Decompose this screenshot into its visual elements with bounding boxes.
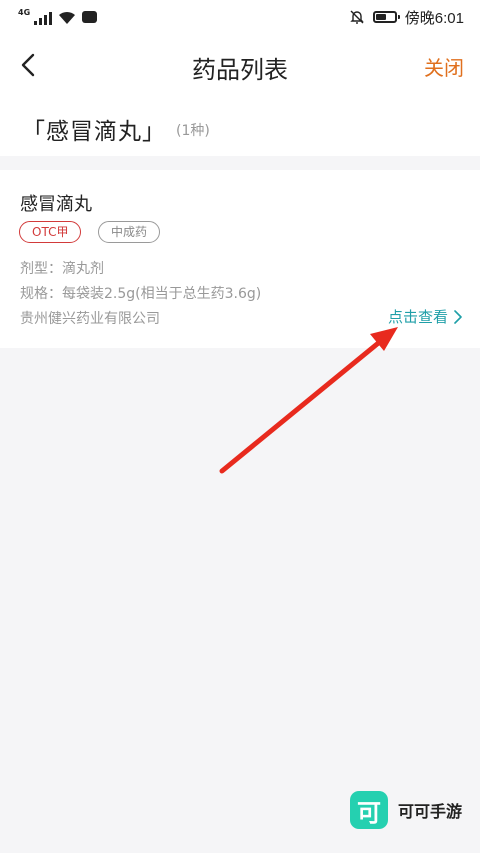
chevron-right-icon: [454, 309, 462, 324]
dosage-form: 剂型：滴丸剂: [20, 261, 104, 277]
watermark-logo: 可: [349, 791, 388, 829]
battery-level: [375, 14, 386, 20]
close-button[interactable]: 关闭: [424, 52, 464, 81]
drug-card[interactable]: 感冒滴丸 OTC甲 中成药 剂型：滴丸剂 规格：每袋装2.5g(相当于总生药3.…: [0, 170, 480, 348]
specification: 规格：每袋装2.5g(相当于总生药3.6g): [20, 286, 262, 302]
view-details-link[interactable]: 点击查看: [388, 306, 462, 327]
drug-heading-name: 「感冒滴丸」: [22, 119, 166, 145]
page-title: 药品列表: [192, 56, 288, 84]
app-notification-icon: [82, 11, 98, 23]
category-tag: 中成药: [98, 221, 161, 243]
watermark: 可 可可手游: [349, 791, 462, 829]
otc-tag: OTC甲: [19, 221, 82, 243]
view-details-label: 点击查看: [387, 308, 448, 326]
manufacturer: 贵州健兴药业有限公司: [20, 311, 160, 327]
wifi-icon: [59, 11, 76, 24]
signal-icon: [34, 11, 53, 25]
status-bar: 4G 傍晚6:01: [0, 0, 480, 34]
drug-heading: 「感冒滴丸」 (1种): [0, 98, 480, 156]
network-type-label: 4G: [18, 8, 31, 17]
bell-off-icon: [350, 10, 364, 24]
status-right: 傍晚6:01: [349, 6, 464, 28]
battery-icon: [372, 11, 400, 23]
nav-header: 药品列表 关闭: [0, 34, 480, 98]
status-time: 傍晚6:01: [404, 9, 464, 27]
drug-count: (1种): [176, 123, 210, 139]
watermark-text: 可可手游: [397, 802, 462, 821]
status-left: 4G: [18, 7, 98, 25]
drug-name: 感冒滴丸: [20, 194, 92, 215]
